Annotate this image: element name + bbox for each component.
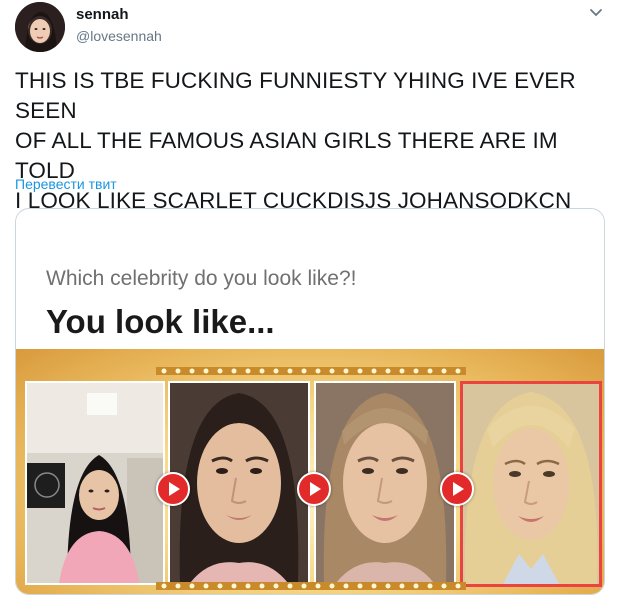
user-handle[interactable]: @lovesennah	[76, 28, 162, 44]
play-icon[interactable]	[156, 472, 190, 506]
translate-tweet-link[interactable]: Перевести твит	[15, 176, 117, 192]
user-photo	[25, 381, 165, 585]
tweet-text: THIS IS TBE FUCKING FUNNIESTY YHING IVE …	[15, 66, 615, 216]
morph-face	[314, 381, 456, 585]
media-card[interactable]: Which celebrity do you look like?! You l…	[15, 208, 605, 595]
celebrity-photo	[460, 381, 602, 587]
card-title: You look like...	[46, 303, 275, 340]
result-banner	[16, 349, 604, 594]
avatar[interactable]	[15, 2, 65, 52]
marquee-lights-top	[156, 367, 466, 375]
play-icon[interactable]	[440, 472, 474, 506]
user-face-closeup	[168, 381, 310, 585]
marquee-lights-bottom	[156, 582, 466, 590]
play-icon[interactable]	[297, 472, 331, 506]
tweet-line: THIS IS TBE FUCKING FUNNIESTY YHING IVE …	[15, 68, 576, 123]
card-question: Which celebrity do you look like?!	[46, 267, 357, 290]
user-name[interactable]: sennah	[76, 6, 129, 23]
chevron-down-icon[interactable]	[588, 4, 604, 20]
